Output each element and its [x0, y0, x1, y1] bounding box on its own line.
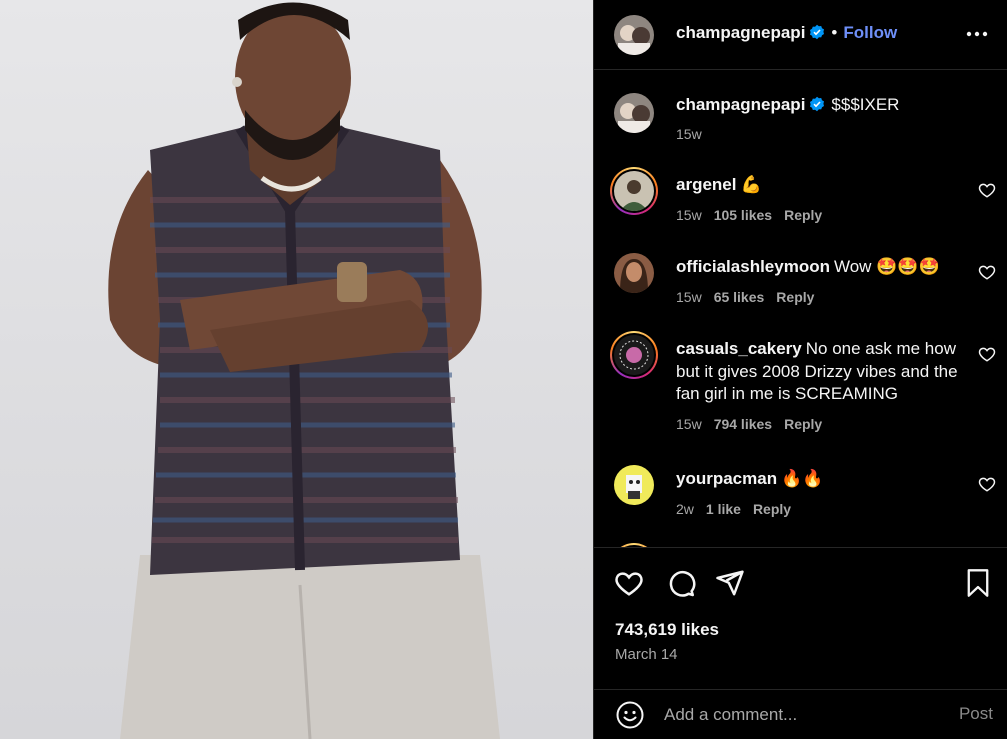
- follow-button[interactable]: Follow: [843, 23, 897, 42]
- comment-text: Wow 🤩🤩🤩: [833, 257, 940, 276]
- comment-meta: 15w 65 likes Reply: [676, 289, 826, 305]
- heart-icon[interactable]: [978, 263, 996, 281]
- comment-text-block: casuals_cakery No one ask me how but it g…: [676, 338, 966, 406]
- share-icon[interactable]: [715, 568, 745, 603]
- comment-username[interactable]: argenel: [676, 175, 736, 194]
- post-actions: 743,619 likes March 14: [594, 547, 1007, 689]
- comment-likes[interactable]: 65 likes: [714, 289, 765, 305]
- reply-button[interactable]: Reply: [753, 501, 791, 517]
- heart-icon[interactable]: [978, 181, 996, 199]
- reply-button[interactable]: Reply: [784, 207, 822, 223]
- comment-username[interactable]: officialashleymoon: [676, 257, 830, 276]
- comment-item: yourpacman 🔥🔥 2w 1 like Reply: [594, 461, 1007, 531]
- comment-time: 15w: [676, 416, 702, 432]
- heart-icon[interactable]: [614, 568, 644, 603]
- reply-button[interactable]: Reply: [776, 289, 814, 305]
- post-button[interactable]: Post: [959, 704, 993, 724]
- caption-text-block: champagnepapi $$$IXER: [676, 94, 966, 119]
- separator-dot: •: [831, 23, 838, 42]
- verified-icon: [809, 96, 825, 119]
- comment-text-block: yourpacman 🔥🔥: [676, 468, 966, 491]
- caption-avatar[interactable]: [614, 93, 654, 133]
- like-count[interactable]: 743,619 likes: [615, 620, 719, 640]
- post-photo[interactable]: [0, 0, 593, 739]
- caption-meta: 15w: [676, 126, 714, 142]
- comment-meta: 15w 105 likes Reply: [676, 207, 834, 223]
- comment-meta: 15w 794 likes Reply: [676, 416, 834, 432]
- comments-list[interactable]: champagnepapi $$$IXER 15w argenel 💪 15w 105…: [594, 71, 1007, 547]
- post-header: champagnepapi • Follow: [594, 0, 1007, 70]
- comment-avatar[interactable]: [614, 465, 654, 505]
- comment-text: 💪: [740, 175, 762, 194]
- comment-input[interactable]: [664, 702, 944, 728]
- add-comment-bar: Post: [594, 689, 1007, 739]
- comment-likes[interactable]: 105 likes: [714, 207, 772, 223]
- more-options-icon[interactable]: [964, 22, 990, 46]
- comment-time: 2w: [676, 501, 694, 517]
- heart-icon[interactable]: [978, 475, 996, 493]
- comment-avatar[interactable]: [614, 253, 654, 293]
- caption-username[interactable]: champagnepapi: [676, 95, 805, 114]
- comment-avatar[interactable]: [610, 167, 658, 215]
- comment-avatar[interactable]: [610, 331, 658, 379]
- comment-item: casuals_cakery No one ask me how but it g…: [594, 331, 1007, 446]
- caption-text: $$$IXER: [831, 95, 900, 114]
- comment-text-block: argenel 💪: [676, 174, 966, 197]
- post-panel: champagnepapi • Follow champagnepapi $$$IXE…: [593, 0, 1007, 739]
- comment-username[interactable]: yourpacman: [676, 469, 777, 488]
- save-icon[interactable]: [964, 568, 992, 603]
- comment-username[interactable]: casuals_cakery: [676, 339, 802, 358]
- comment-icon[interactable]: [666, 568, 696, 603]
- comment-likes[interactable]: 794 likes: [714, 416, 772, 432]
- post-date: March 14: [615, 646, 678, 663]
- comment-likes[interactable]: 1 like: [706, 501, 741, 517]
- caption-row: champagnepapi $$$IXER 15w: [594, 71, 1007, 151]
- verified-icon: [809, 24, 825, 45]
- heart-icon[interactable]: [978, 345, 996, 363]
- author-username[interactable]: champagnepapi: [676, 23, 805, 42]
- comment-item: officialashleymoon Wow 🤩🤩🤩 15w 65 likes Rep…: [594, 249, 1007, 319]
- comment-text: 🔥🔥: [781, 469, 824, 488]
- comment-time: 15w: [676, 289, 702, 305]
- comment-meta: 2w 1 like Reply: [676, 501, 803, 517]
- caption-time: 15w: [676, 126, 702, 142]
- emoji-icon[interactable]: [615, 700, 645, 730]
- author-avatar[interactable]: [614, 15, 654, 55]
- header-user: champagnepapi • Follow: [676, 23, 897, 45]
- comment-item: argenel 💪 15w 105 likes Reply: [594, 167, 1007, 237]
- post-image: [108, 2, 500, 739]
- reply-button[interactable]: Reply: [784, 416, 822, 432]
- comment-time: 15w: [676, 207, 702, 223]
- comment-text-block: officialashleymoon Wow 🤩🤩🤩: [676, 256, 966, 279]
